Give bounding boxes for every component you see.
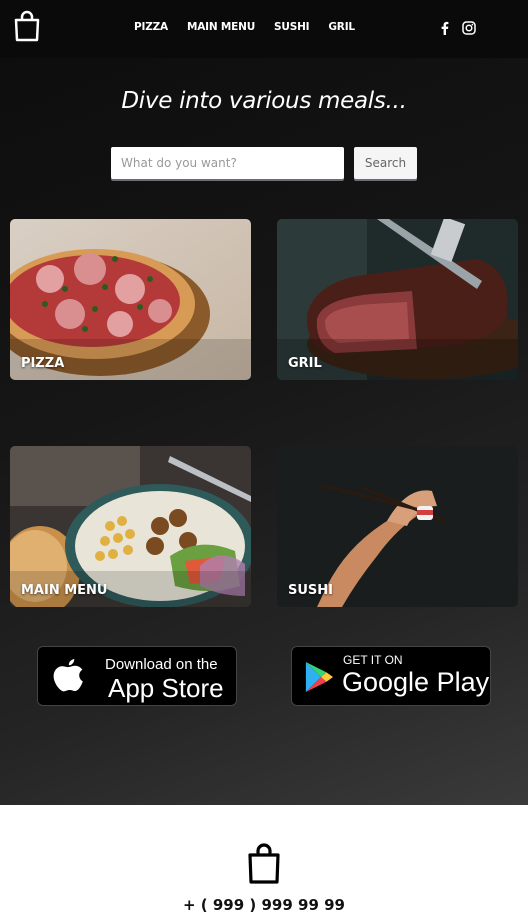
- nav-link-pizza[interactable]: PIZZA: [134, 21, 168, 33]
- facebook-icon[interactable]: [438, 21, 452, 35]
- card-label-gril: GRIL: [288, 356, 322, 371]
- app-store-badge[interactable]: Download on the App Store: [37, 646, 237, 706]
- google-play-badge[interactable]: GET IT ON Google Play: [291, 646, 491, 706]
- card-label-pizza: PIZZA: [21, 356, 65, 371]
- category-card-gril[interactable]: GRIL: [277, 219, 518, 380]
- google-play-small-text: GET IT ON: [343, 653, 403, 667]
- card-label-sushi: SUSHI: [288, 583, 333, 598]
- card-label-main-menu: MAIN MENU: [21, 583, 108, 598]
- nav-link-main-menu[interactable]: MAIN MENU: [187, 21, 255, 33]
- app-store-small-text: Download on the: [105, 656, 218, 673]
- search-button[interactable]: Search: [354, 147, 417, 179]
- google-play-big-text: Google Play: [342, 667, 490, 697]
- hero-title: Dive into various meals...: [121, 88, 407, 114]
- app-store-big-text: App Store: [108, 673, 224, 703]
- shopping-bag-icon[interactable]: [247, 842, 281, 886]
- main-nav: PIZZA MAIN MENU SUSHI GRIL: [134, 21, 355, 33]
- navbar: PIZZA MAIN MENU SUSHI GRIL: [0, 0, 528, 58]
- instagram-icon[interactable]: [462, 21, 476, 35]
- apple-logo-icon: [53, 659, 83, 692]
- search-input[interactable]: [111, 147, 344, 179]
- category-card-sushi[interactable]: SUSHI: [277, 446, 518, 607]
- social-links: [438, 21, 476, 35]
- category-card-main-menu[interactable]: MAIN MENU: [10, 446, 251, 607]
- footer-phone: + ( 999 ) 999 99 99: [183, 896, 345, 914]
- shopping-bag-icon[interactable]: [14, 10, 40, 42]
- google-play-icon: [305, 662, 334, 692]
- nav-link-gril[interactable]: GRIL: [328, 21, 355, 33]
- nav-link-sushi[interactable]: SUSHI: [274, 21, 310, 33]
- category-card-pizza[interactable]: PIZZA: [10, 219, 251, 380]
